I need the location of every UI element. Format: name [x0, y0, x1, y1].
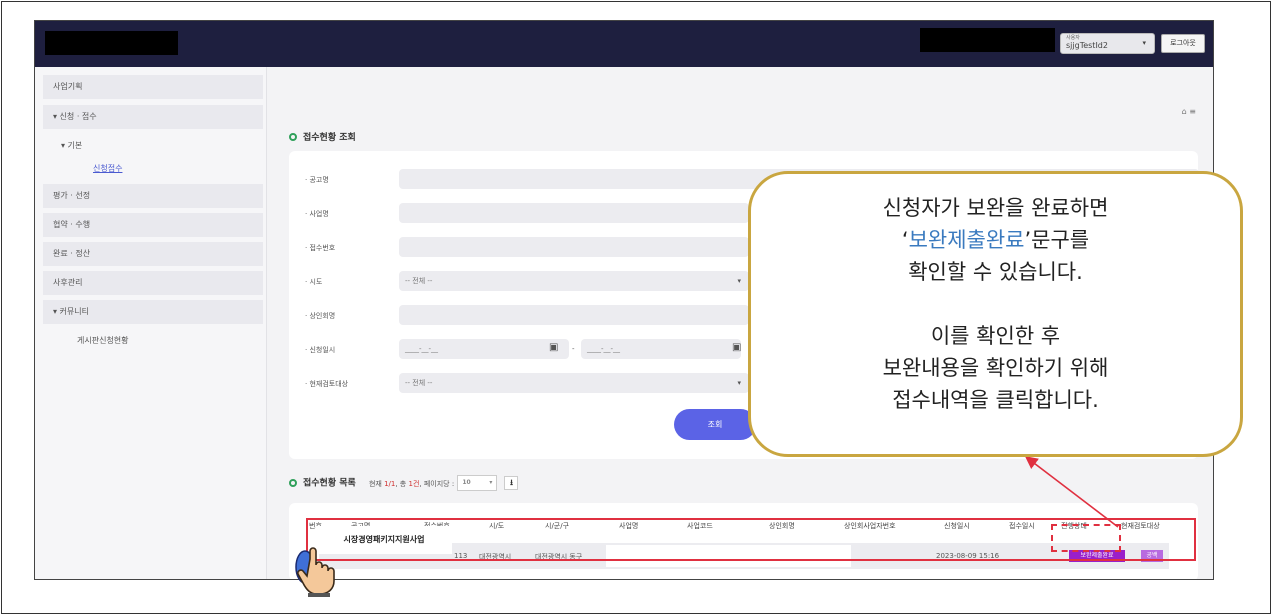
callout-line-4: 이를 확인한 후	[930, 324, 1061, 348]
callout-line-6: 접수내역을 클릭합니다.	[892, 388, 1099, 412]
callout-box: 신청자가 보완을 완료하면 ‘보완제출완료’문구를 확인할 수 있습니다. 이를…	[748, 171, 1243, 457]
callout-line-5: 보완내용을 확인하기 위해	[882, 356, 1109, 380]
callout-line-2: ‘보완제출완료’문구를	[751, 224, 1240, 256]
hand-cursor-icon	[295, 547, 335, 597]
callout-quote-close: ’문구를	[1024, 228, 1090, 252]
callout-text: 신청자가 보완을 완료하면 ‘보완제출완료’문구를 확인할 수 있습니다. 이를…	[751, 192, 1240, 416]
callout-quote-open: ‘	[901, 228, 909, 252]
callout-highlight: 보완제출완료	[908, 228, 1025, 252]
callout-line-3: 확인할 수 있습니다.	[908, 260, 1083, 284]
callout-spacer	[751, 288, 1240, 320]
callout-line-1: 신청자가 보완을 완료하면	[882, 196, 1109, 220]
